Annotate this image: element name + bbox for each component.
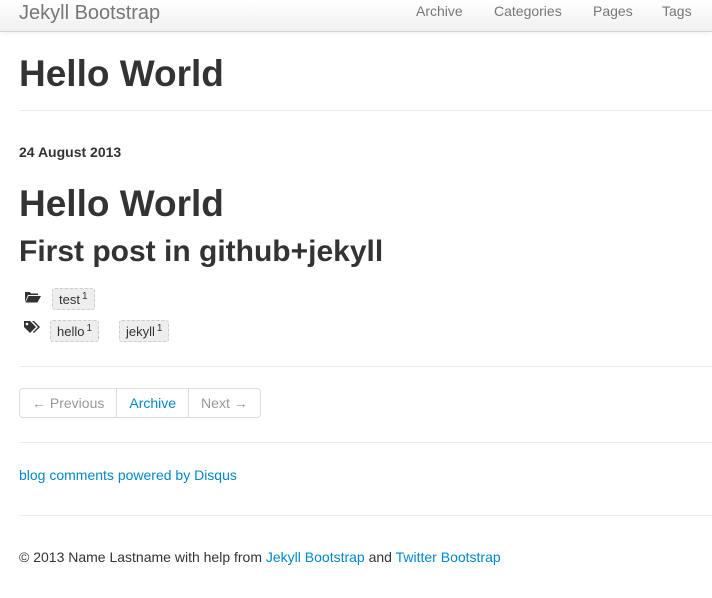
post-subtitle: First post in github+jekyll: [19, 235, 384, 268]
previous-button[interactable]: ← Previous: [20, 389, 116, 417]
page-title: Hello World: [19, 53, 224, 94]
tag-count: 1: [156, 323, 163, 334]
divider: [19, 110, 712, 111]
tag-label-hello[interactable]: hello 1: [50, 320, 100, 342]
disqus-link[interactable]: blog comments powered by Disqus: [19, 467, 237, 484]
tag-count: 1: [86, 323, 93, 334]
tag-name: jekyll: [126, 324, 155, 339]
category-count: 1: [81, 291, 88, 302]
next-button[interactable]: Next →: [188, 389, 260, 417]
tag-label-jekyll[interactable]: jekyll 1: [119, 320, 170, 342]
archive-button[interactable]: Archive: [116, 389, 188, 417]
divider: [19, 366, 712, 367]
divider: [19, 515, 712, 516]
jekyll-bootstrap-link[interactable]: Jekyll Bootstrap: [266, 549, 365, 565]
tag-name: hello: [57, 324, 85, 339]
divider: [19, 442, 712, 443]
post-title: Hello World: [19, 183, 224, 224]
nav-categories[interactable]: Categories: [494, 3, 562, 20]
nav-archive[interactable]: Archive: [416, 3, 463, 20]
navbar: Jekyll Bootstrap Archive Categories Page…: [0, 0, 712, 32]
footer-and: and: [364, 549, 396, 565]
category-name: test: [59, 292, 80, 307]
nav-pages[interactable]: Pages: [593, 3, 633, 20]
footer: © 2013 Name Lastname with help from Jeky…: [19, 549, 501, 566]
twitter-bootstrap-link[interactable]: Twitter Bootstrap: [396, 549, 501, 565]
post-date: 24 August 2013: [19, 144, 122, 160]
tags-icon: [24, 321, 40, 333]
nav-tags[interactable]: Tags: [662, 3, 692, 20]
folder-open-icon: [25, 292, 41, 303]
footer-text: © 2013 Name Lastname with help from: [19, 549, 266, 565]
nav-menu: Archive Categories Pages Tags: [0, 3, 712, 23]
pager: ← Previous Archive Next →: [19, 388, 261, 418]
category-label-test[interactable]: test 1: [52, 288, 95, 310]
